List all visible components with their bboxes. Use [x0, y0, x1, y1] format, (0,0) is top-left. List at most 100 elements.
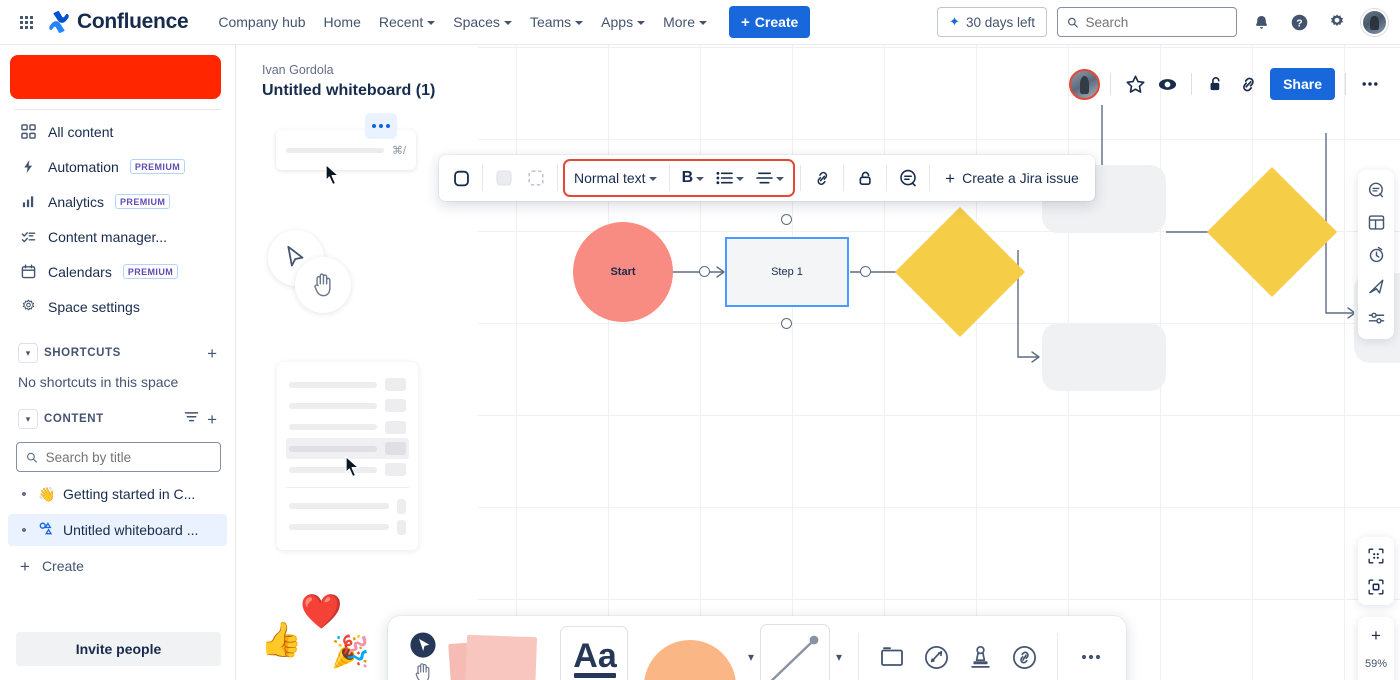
sidebar-item-all-content[interactable]: All content [8, 114, 227, 149]
help-icon[interactable]: ? [1285, 8, 1313, 36]
party-popper-reaction[interactable]: 🎉 [331, 633, 370, 670]
tree-item-getting-started[interactable]: • 👋 Getting started in C... [8, 478, 227, 510]
chevron-down-icon [503, 20, 512, 25]
more-horizontal-icon[interactable] [1070, 636, 1112, 678]
create-label: Create [754, 14, 799, 30]
eye-watch-icon[interactable] [1153, 70, 1181, 98]
align-dropdown[interactable] [751, 162, 789, 194]
resize-shape-button[interactable] [520, 162, 552, 194]
text-style-dropdown[interactable]: Normal text [569, 162, 662, 194]
fit-screen-icon[interactable] [1361, 540, 1391, 571]
collapse-content-icon[interactable]: ▾ [18, 409, 38, 429]
space-sidebar: All content Automation PREMIUM Analytics… [0, 45, 236, 680]
comment-button[interactable] [892, 162, 924, 194]
tree-item-untitled-whiteboard[interactable]: • Untitled whiteboard ... [8, 514, 227, 546]
search-input[interactable] [1085, 14, 1227, 30]
hand-tool-ghost[interactable] [295, 257, 351, 313]
sidebar-item-calendars[interactable]: Calendars PREMIUM [8, 254, 227, 289]
heart-reaction[interactable]: ❤️ [300, 592, 342, 632]
trial-days-left-pill[interactable]: ✦ 30 days left [937, 7, 1047, 37]
app-switcher-icon[interactable] [12, 8, 40, 36]
sidebar-create-button[interactable]: + Create [8, 550, 227, 582]
sliders-icon[interactable] [1361, 303, 1391, 334]
thumbs-up-reaction[interactable]: 👍 [260, 620, 302, 660]
fill-color-button[interactable] [488, 162, 520, 194]
select-cursor-icon[interactable] [408, 630, 438, 660]
shape-anchor-top[interactable] [781, 214, 792, 225]
stamp-icon[interactable] [959, 636, 1001, 678]
bold-dropdown[interactable]: B [677, 162, 710, 194]
global-search-box[interactable] [1057, 7, 1237, 37]
decision-diamond-2[interactable] [1206, 166, 1338, 298]
zoom-in-button[interactable]: + [1361, 620, 1391, 651]
search-by-title-input[interactable] [45, 449, 211, 465]
zoom-level-label[interactable]: 59% [1365, 651, 1387, 677]
collapse-shortcuts-icon[interactable]: ▾ [18, 343, 38, 363]
content-search-box[interactable] [16, 442, 221, 472]
nav-link-recent[interactable]: Recent [371, 8, 443, 36]
nav-link-apps[interactable]: Apps [593, 8, 653, 36]
nav-link-company-hub[interactable]: Company hub [210, 8, 313, 36]
nav-link-home[interactable]: Home [316, 8, 369, 36]
reaction-flying-icon[interactable] [1361, 271, 1391, 302]
media-smart-link-icon[interactable] [915, 636, 957, 678]
nav-link-more[interactable]: More [655, 8, 715, 36]
hand-pan-icon[interactable] [413, 662, 433, 680]
decision-diamond-1[interactable] [894, 206, 1026, 338]
notifications-bell-icon[interactable] [1247, 8, 1275, 36]
lock-shape-button[interactable] [849, 162, 881, 194]
zoom-selection-icon[interactable] [1361, 571, 1391, 602]
sidebar-item-analytics[interactable]: Analytics PREMIUM [8, 184, 227, 219]
shape-circle-icon[interactable] [630, 626, 742, 680]
profile-avatar[interactable] [1361, 8, 1388, 36]
shape-outline-button[interactable] [445, 162, 477, 194]
create-button[interactable]: + Create [729, 6, 811, 38]
frame-icon[interactable] [871, 636, 913, 678]
add-content-button[interactable]: + [207, 411, 217, 428]
whiteboard-canvas[interactable]: Ivan Gordola Untitled whiteboard (1) ⌘/ [236, 45, 1400, 680]
whiteboard-more-menu-chip[interactable] [365, 113, 397, 139]
sticky-notes-icon[interactable] [446, 626, 558, 680]
whiteboard-title[interactable]: Untitled whiteboard (1) [262, 82, 435, 100]
start-circle-shape[interactable]: Start [573, 222, 673, 322]
collaborator-avatar[interactable] [1069, 68, 1101, 100]
nav-link-teams[interactable]: Teams [522, 8, 591, 36]
list-dropdown[interactable] [711, 162, 749, 194]
bullet-list-icon [716, 171, 733, 185]
settings-gear-icon[interactable] [1323, 8, 1351, 36]
line-chevron-down-icon[interactable]: ▾ [832, 650, 846, 664]
unlock-icon[interactable] [1202, 70, 1230, 98]
share-button[interactable]: Share [1270, 68, 1335, 100]
shape-anchor-bottom[interactable] [781, 318, 792, 329]
sidebar-item-label: Content manager... [48, 228, 168, 245]
space-banner[interactable] [10, 55, 221, 99]
nav-link-spaces[interactable]: Spaces [445, 8, 520, 36]
comment-bubble-icon[interactable] [1361, 175, 1391, 206]
copy-link-icon[interactable] [1234, 70, 1262, 98]
create-jira-issue-button[interactable]: + Create a Jira issue [935, 162, 1089, 194]
sidebar-item-space-settings[interactable]: Space settings [8, 289, 227, 324]
text-Aa-icon[interactable]: Aa [560, 626, 628, 680]
sidebar-item-content-manager[interactable]: Content manager... [8, 219, 227, 254]
hand-pan-icon [314, 273, 331, 297]
step-rect-shape[interactable]: Step 1 [725, 237, 849, 307]
sidebar-item-automation[interactable]: Automation PREMIUM [8, 149, 227, 184]
shape-chevron-down-icon[interactable]: ▾ [744, 650, 758, 664]
add-shortcut-button[interactable]: + [207, 345, 217, 362]
grey-shape-2[interactable] [1042, 323, 1166, 391]
line-connector-icon[interactable] [760, 624, 831, 680]
timer-icon[interactable] [1361, 239, 1391, 270]
create-jira-issue-label: Create a Jira issue [962, 170, 1079, 186]
insert-link-button[interactable] [806, 162, 838, 194]
more-horizontal-icon[interactable] [1356, 70, 1384, 98]
layout-template-icon[interactable] [1361, 207, 1391, 238]
star-icon[interactable] [1121, 70, 1149, 98]
shape-anchor-left[interactable] [699, 266, 710, 277]
confluence-brand-logo[interactable]: Confluence [48, 10, 189, 34]
link-chip-icon[interactable] [1003, 636, 1045, 678]
shape-anchor-right[interactable] [860, 266, 871, 277]
filter-content-icon[interactable] [184, 410, 199, 428]
invite-people-button[interactable]: Invite people [16, 632, 221, 666]
sidebar-divider [14, 109, 221, 110]
toolbar-divider [886, 165, 888, 191]
